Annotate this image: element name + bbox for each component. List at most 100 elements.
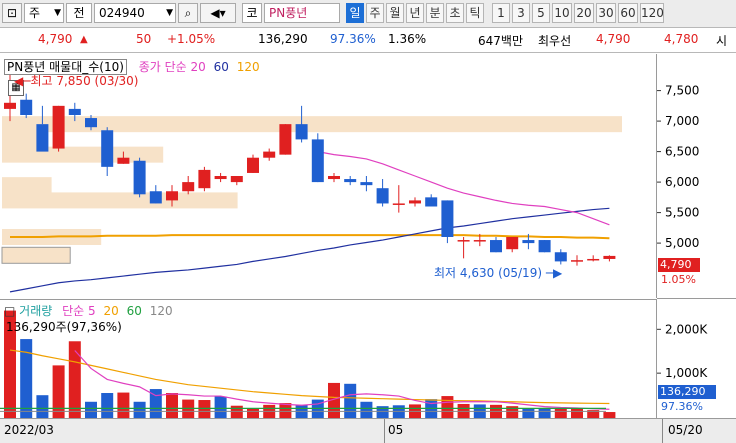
- price-tick-label-5: 5,000: [665, 236, 699, 250]
- candle-body-30: [490, 240, 502, 253]
- right-arrow-icon: ─▶: [542, 266, 563, 280]
- interval-tab-3[interactable]: 3: [512, 3, 530, 23]
- chevron-down-icon: ▼: [54, 8, 61, 18]
- candle-body-18: [295, 124, 308, 140]
- candle-body-15: [247, 157, 259, 173]
- stock-code-input[interactable]: 024940 ▼: [94, 3, 176, 23]
- candle-body-10: [166, 191, 178, 201]
- price-chart-pane[interactable]: PN풍년 매물대_수(10) 종가 단순 20 60 120 ▦ ◀─최고 7,…: [0, 54, 657, 298]
- candle-body-31: [506, 237, 519, 250]
- interval-tab-60[interactable]: 60: [618, 3, 638, 23]
- period-tab-4[interactable]: 분: [426, 3, 444, 23]
- volume-profile-band-4: [2, 192, 238, 209]
- date-divider-end: [662, 419, 663, 443]
- volume-bar-15: [247, 408, 259, 418]
- current-price: 4,790: [38, 32, 73, 46]
- interval-tab-20[interactable]: 20: [574, 3, 594, 23]
- price-tick-label-2: 6,500: [665, 145, 699, 159]
- period-tab-0[interactable]: 일: [346, 3, 364, 23]
- price-ma120-label: 120: [236, 60, 260, 74]
- candle-body-1: [20, 99, 33, 115]
- date-mid: 05: [388, 423, 404, 437]
- candle-body-37: [603, 255, 616, 259]
- interval-tab-5[interactable]: 5: [532, 3, 550, 23]
- interval-tab-1[interactable]: 1: [492, 3, 510, 23]
- price-chart[interactable]: [0, 54, 656, 298]
- volume-bar-8: [133, 401, 146, 418]
- candle-body-16: [263, 151, 276, 158]
- current-volume-marker: 136,290: [658, 385, 716, 399]
- period-tab-2[interactable]: 월: [386, 3, 404, 23]
- volume-ma60-label: 60: [126, 304, 142, 318]
- candle-body-34: [554, 252, 567, 262]
- current-pct-marker: 1.05%: [661, 273, 696, 286]
- right-axis-scale: 7,500 7,000 6,500 6,000 5,500 5,000 2,000K 1,00…: [657, 84, 736, 380]
- volume-profile-band-2: [2, 146, 164, 163]
- date-start: 2022/03: [4, 423, 54, 437]
- candle-body-5: [85, 118, 97, 128]
- price-tick-label-1: 7,000: [665, 114, 699, 128]
- volume-legend-title[interactable]: 거래량: [19, 304, 52, 318]
- right-axis: 7,500 7,000 6,500 6,000 5,500 5,000 2,000K 1,00…: [657, 54, 736, 418]
- volume-legend-box: □: [4, 304, 16, 318]
- interval-tab-10[interactable]: 10: [552, 3, 572, 23]
- chevron-down-icon: ▼: [166, 8, 173, 18]
- stock-name: PN풍년: [264, 3, 340, 23]
- volume-ma5-label: 5: [88, 304, 96, 318]
- volume-ma20-label: 20: [103, 304, 119, 318]
- speaker-icon[interactable]: ◀▾: [200, 3, 236, 23]
- volume-bar-10: [166, 393, 178, 418]
- price-ma60-label: 60: [213, 60, 229, 74]
- period-tab-6[interactable]: 틱: [466, 3, 484, 23]
- volume-tick-label-0: 2,000K: [665, 322, 708, 336]
- candle-body-7: [117, 157, 130, 164]
- volume-bar-34: [554, 408, 567, 418]
- volume-ma20-line: [9, 349, 610, 405]
- candle-body-14: [230, 176, 243, 183]
- volume-ma-label: 단순: [62, 304, 85, 318]
- candle-body-20: [328, 176, 340, 180]
- candle-body-19: [311, 139, 324, 183]
- interval-tab-30[interactable]: 30: [596, 3, 616, 23]
- turnover-pct: 1.36%: [388, 32, 427, 46]
- period-tab-3[interactable]: 년: [406, 3, 424, 23]
- volume-chart-pane[interactable]: □ 거래량 단순 5 20 60 120 136,290주(97,36%): [0, 299, 657, 418]
- mode-select-label: 주: [29, 6, 41, 20]
- max-annotation-text: 최고 7,850 (03/30): [30, 74, 139, 88]
- volume-profile-band-3: [2, 177, 52, 194]
- volume-profile-band-1: [2, 131, 40, 148]
- date-axis: 2022/03 05 05/20: [0, 418, 736, 443]
- period-tab-5[interactable]: 초: [446, 3, 464, 23]
- volume-value: 136,290: [258, 32, 308, 46]
- mode-select[interactable]: 주 ▼: [24, 3, 64, 23]
- candle-body-23: [376, 188, 389, 204]
- volume-bar-7: [117, 392, 130, 418]
- volume-bar-6: [101, 393, 114, 418]
- period-tab-1[interactable]: 주: [366, 3, 384, 23]
- candle-body-0: [4, 102, 16, 109]
- volume-bar-5: [85, 401, 97, 418]
- candle-body-33: [538, 240, 551, 253]
- date-end: 05/20: [668, 423, 703, 437]
- window-icon[interactable]: ⊡: [2, 3, 22, 23]
- interval-tab-120[interactable]: 120: [640, 3, 664, 23]
- candle-body-25: [409, 200, 421, 204]
- candle-body-22: [360, 182, 373, 186]
- mode-alt-button[interactable]: 전: [66, 3, 92, 23]
- candle-body-3: [52, 105, 65, 149]
- volume-profile-band-6: [1, 246, 71, 264]
- candle-body-12: [198, 169, 211, 189]
- left-arrow-icon: ◀─: [14, 74, 31, 88]
- volume-bar-33: [538, 407, 551, 418]
- volume-bar-1: [20, 339, 33, 418]
- price-change: 50: [136, 32, 152, 46]
- candle-body-27: [441, 200, 454, 237]
- volume-bar-21: [344, 383, 357, 418]
- candle-body-35: [571, 260, 583, 262]
- price-tick-label-0: 7,500: [665, 84, 699, 98]
- candle-body-28: [457, 240, 470, 242]
- volume-bar-3: [52, 365, 65, 418]
- search-icon[interactable]: ⌕: [178, 3, 198, 23]
- volume-bar-17: [279, 403, 292, 418]
- more-label: 시: [716, 34, 728, 48]
